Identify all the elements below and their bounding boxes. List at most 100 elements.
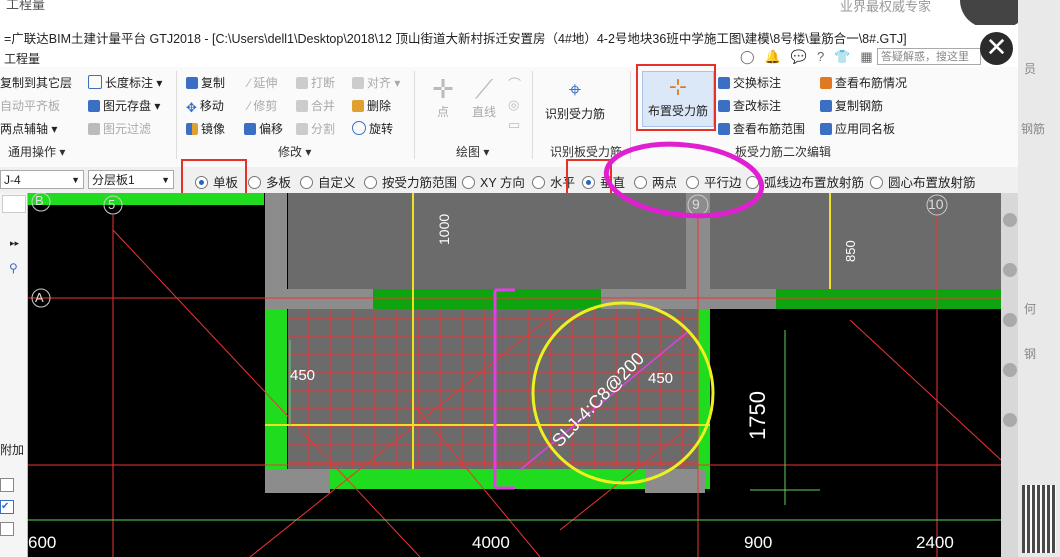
eraser-icon — [352, 100, 364, 112]
column-bottom-right — [645, 469, 705, 493]
layer-view-icon[interactable] — [1003, 413, 1017, 427]
dim-label-450-right: 450 — [648, 370, 674, 387]
rotate-icon — [352, 121, 366, 135]
menu-item-quantity[interactable]: 工程量 — [4, 50, 40, 67]
wall-horizontal-right — [776, 289, 1001, 309]
user-icon[interactable]: ◯ — [740, 49, 755, 65]
group-modify: 修改 ▾ — [278, 145, 312, 159]
mirror-button[interactable]: 镜像 — [186, 120, 225, 137]
search-input[interactable]: 答疑解惑，搜这里 — [877, 48, 981, 65]
dim-label-850: 850 — [843, 240, 858, 262]
wall-left — [265, 309, 287, 469]
filter-icon — [88, 123, 100, 135]
range-icon — [718, 123, 730, 135]
apply-icon — [820, 123, 832, 135]
copy-rebar-button[interactable]: 复制钢筋 — [820, 97, 883, 114]
point-tool-button[interactable]: ✛ 点 — [426, 75, 460, 120]
wall-bottom — [265, 469, 710, 489]
point-icon: ✛ — [432, 74, 454, 104]
copy-to-layer-button[interactable]: 复制到其它层 — [0, 74, 72, 91]
bottom-dim-4000: 4000 — [472, 533, 510, 552]
delete-button[interactable]: 删除 — [352, 97, 391, 114]
axis-label-b: B — [35, 193, 44, 208]
grid-icon[interactable]: ▦ — [860, 49, 872, 65]
slab-selected — [288, 309, 698, 469]
copy-rebar-icon — [820, 100, 832, 112]
align-icon — [352, 77, 364, 89]
annotation-red-box — [636, 64, 716, 131]
panel-tab[interactable] — [2, 195, 26, 213]
break-button[interactable]: 打断 — [296, 74, 335, 91]
line-icon: ⟋ — [474, 74, 494, 104]
group-draw: 绘图 ▾ — [456, 145, 490, 159]
drawing-canvas[interactable] — [28, 193, 1018, 557]
pan-icon[interactable] — [1003, 263, 1017, 277]
edit-label-button[interactable]: 查改标注 — [718, 97, 781, 114]
merge-button[interactable]: 合并 — [296, 97, 335, 114]
auto-level-button[interactable]: 自动平齐板 — [0, 97, 60, 114]
split-button[interactable]: 分割 — [296, 120, 335, 137]
merge-icon — [296, 100, 308, 112]
bell-icon[interactable]: 🔔 — [765, 49, 781, 65]
copy-button[interactable]: 复制 — [186, 74, 225, 91]
save-icon — [88, 100, 100, 112]
bottom-dim-900: 900 — [744, 533, 773, 552]
close-button[interactable]: ✕ — [980, 32, 1013, 65]
expand-icon[interactable]: ▸▸ — [10, 238, 19, 249]
checkbox[interactable] — [0, 522, 14, 536]
line-tool-button[interactable]: ⟋ 直线 — [466, 75, 502, 120]
checkbox-checked[interactable]: ✔ — [0, 500, 14, 514]
extend-button[interactable]: ⁄ 延伸 — [248, 74, 277, 91]
edit-label-icon — [718, 100, 730, 112]
apply-same-slab-button[interactable]: 应用同名板 — [820, 120, 895, 137]
layer-select[interactable]: 分层板1 ▼ — [88, 170, 174, 189]
chat-icon[interactable]: 💬 — [791, 49, 807, 65]
rebar-type-select[interactable]: J-4 ▼ — [0, 170, 84, 189]
annotation-magenta-ellipse — [603, 141, 765, 219]
right-toolbar — [1001, 193, 1018, 557]
swap-label-button[interactable]: 交换标注 — [718, 74, 781, 91]
search-icon[interactable]: ⚲ — [9, 261, 18, 275]
window-title-bar: =广联达BIM土建计量平台 GTJ2018 - [C:\Users\dell1\… — [0, 25, 1018, 48]
identify-rebar-button[interactable]: ⌖ 识别受力筋 — [542, 75, 608, 122]
view-status-icon — [820, 77, 832, 89]
radio-by-range[interactable]: 按受力筋范围 — [364, 172, 457, 191]
checkbox[interactable] — [0, 478, 14, 492]
view-rebar-status-button[interactable]: 查看布筋情况 — [820, 74, 907, 91]
move-button[interactable]: ✥ 移动 — [186, 97, 224, 115]
dim-label-1000: 1000 — [436, 213, 452, 245]
radio-custom[interactable]: 自定义 — [300, 172, 356, 191]
background-sidebar: 员 钢筋 何 钢 — [1018, 0, 1060, 557]
radio-xy-direction[interactable]: XY 方向 — [462, 172, 525, 191]
draw-shape-icons[interactable]: ⌒ ◎ ▭ — [508, 75, 521, 135]
shirt-icon[interactable]: 👕 — [834, 49, 850, 65]
dimension-icon — [88, 75, 102, 89]
trim-button[interactable]: ⁄ 修剪 — [248, 97, 277, 114]
group-general: 通用操作 ▾ — [8, 145, 66, 159]
zoom-icon[interactable] — [1003, 213, 1017, 227]
length-dimension-button[interactable]: 长度标注 ▾ — [88, 74, 162, 91]
qr-code-image — [1022, 485, 1056, 553]
fit-view-icon[interactable] — [1003, 363, 1017, 377]
column-bottom-left — [265, 469, 330, 493]
split-icon — [296, 123, 308, 135]
ribbon-toolbar: 复制到其它层 自动平齐板 两点辅轴 ▾ 长度标注 ▾ 图元存盘 ▾ 图元过滤 通… — [0, 64, 1018, 168]
offset-button[interactable]: 偏移 — [244, 120, 283, 137]
wall-horizontal — [373, 289, 601, 309]
rotate-view-icon[interactable] — [1003, 313, 1017, 327]
chevron-down-icon: ▼ — [161, 175, 170, 185]
align-button[interactable]: 对齐 ▾ — [352, 74, 400, 91]
save-element-button[interactable]: 图元存盘 ▾ — [88, 97, 160, 114]
radio-center-radial[interactable]: 圆心布置放射筋 — [870, 172, 976, 191]
help-icon[interactable]: ? — [817, 49, 824, 65]
swap-icon — [718, 77, 730, 89]
move-icon: ✥ — [186, 100, 197, 115]
element-filter-button[interactable]: 图元过滤 — [88, 120, 151, 137]
dim-label-1750: 1750 — [745, 391, 770, 440]
left-panel: ▸▸ ⚲ 附加 ✔ — [0, 193, 28, 557]
rotate-button[interactable]: 旋转 — [352, 120, 393, 137]
axis-label-a: A — [35, 290, 44, 305]
radio-multi-slab[interactable]: 多板 — [248, 172, 291, 191]
two-point-axis-button[interactable]: 两点辅轴 ▾ — [0, 120, 57, 137]
offset-icon — [244, 123, 256, 135]
